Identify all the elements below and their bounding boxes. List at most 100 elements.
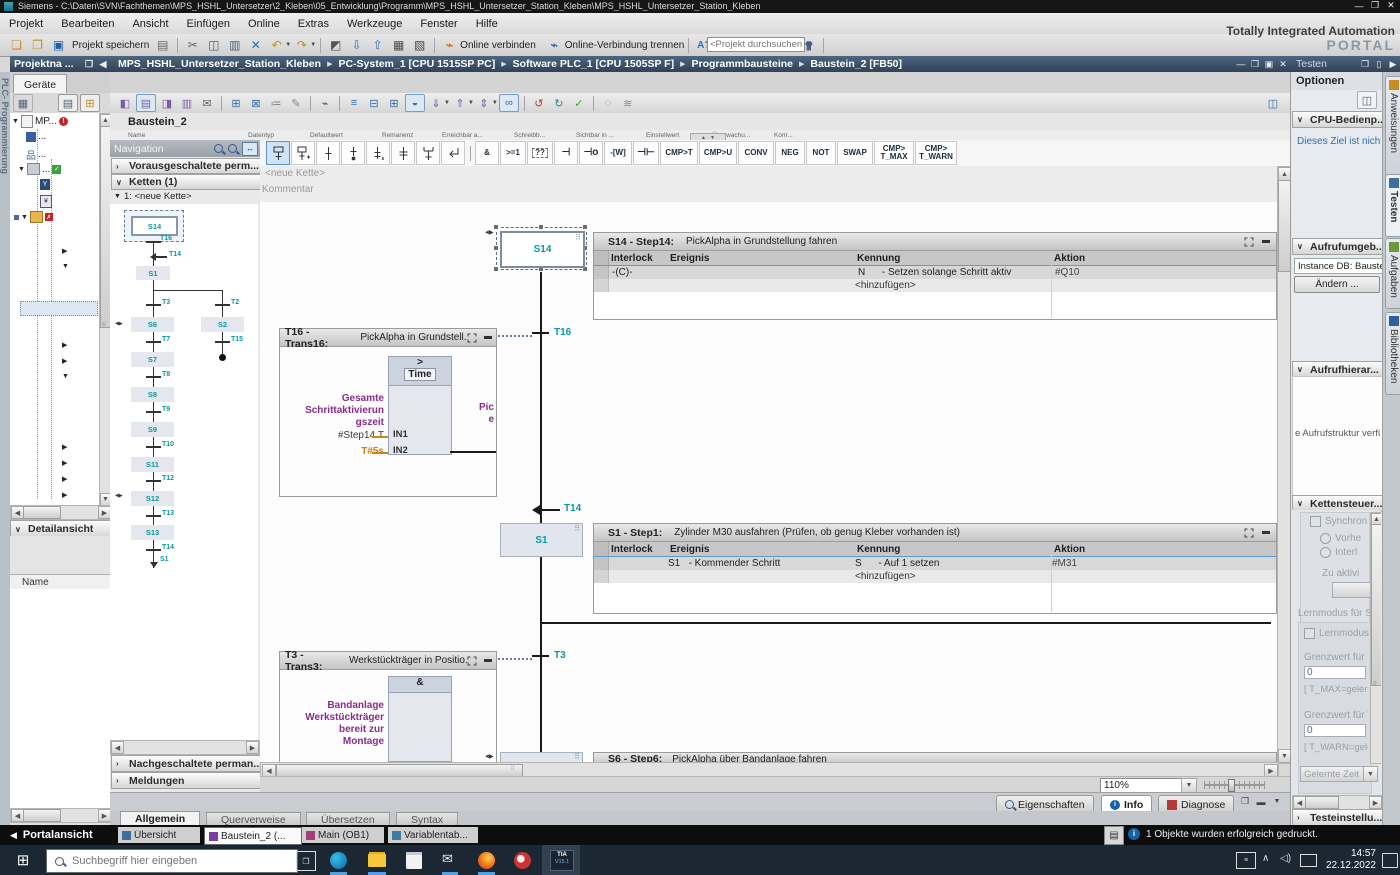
and-box-button[interactable]: & [475,141,499,165]
aendern-button[interactable]: Ändern ... [1294,276,1380,293]
swap-button[interactable]: SWAP [837,141,873,165]
subtab-querverweise[interactable]: Querverweise [206,812,301,826]
editor-maximize-icon[interactable]: ▣ [1262,59,1276,70]
menu-fenster[interactable]: Fenster [411,13,466,34]
subtab-syntax[interactable]: Syntax [396,812,458,826]
minimap-step-s1[interactable]: S1 [136,266,170,280]
section-ketten[interactable]: ∨ Ketten (1) [111,174,267,190]
lernmodus-checkbox[interactable]: Lernmodus [1304,628,1371,639]
absolute-operands-icon[interactable]: ⇓ [427,95,445,111]
panel-collapse-icon[interactable]: ◀ [96,59,110,70]
window-button-variablentabelle[interactable]: Variablentab... [388,827,478,843]
collapse-table-icon[interactable] [1262,531,1270,534]
chain-comment-placeholder[interactable]: Kommentar [262,184,314,195]
notification-center-icon[interactable] [1382,853,1398,868]
compile-icon[interactable]: ◩ [326,36,345,54]
symbolic-operands-icon[interactable]: ⇑ [451,95,469,111]
cmp-gt-u-button[interactable]: CMP>U [699,141,737,165]
cut-icon[interactable]: ✂ [183,36,202,54]
expand-arrow-icon[interactable]: ▼ [18,166,25,173]
step-box-s1[interactable]: S1 ⠿ [500,523,583,557]
print-status-icon[interactable]: ▤ [1104,826,1124,845]
step14-add-row[interactable]: <hinzufügen> [594,279,1276,292]
step1-action-row[interactable]: S1 - Kommender Schritt S - Auf 1 setzen … [594,557,1276,570]
sequence-minimap[interactable]: S14 T16 T14 S1 T3 ◄▶ S6 T7 S7 T8 S8 T9 S… [110,204,258,740]
taskbar-search-input[interactable] [70,854,264,868]
minimap-label-t15[interactable]: T15 [231,336,243,343]
trans16-block[interactable]: T16 - Trans16: PickAlpha in Grundstell..… [279,328,497,497]
network-view-icon[interactable]: ▤ [136,94,156,112]
redo-dropdown-icon[interactable]: ▼ [310,42,316,48]
expand-arrow-icon[interactable]: ▼ [12,118,19,125]
outline-list-icon[interactable]: ≡ [345,95,363,111]
testen-expand-icon[interactable]: ▶ [1386,59,1400,70]
step14-action-table[interactable]: S14 - Step14: PickAlpha in Grundstellung… [593,232,1277,320]
menu-projekt[interactable]: Projekt [0,13,52,34]
insert-step-transition-button[interactable] [266,141,290,165]
red-app-icon[interactable] [514,852,531,869]
detail-name-column[interactable]: Name [10,577,49,588]
step14-action-row[interactable]: -(C)- N - Setzen solange Schritt aktiv #… [594,266,1276,279]
zoom-level-combobox[interactable]: 110% [1100,778,1185,793]
portal-back-icon[interactable]: ◀ [0,830,17,841]
operand-info-icon[interactable]: ⇕ [475,95,493,111]
tree-collapsed-branch-icon[interactable]: ▶ [62,357,67,365]
editor-close-icon[interactable]: ✕ [1276,59,1290,70]
go-offline-icon[interactable]: ⌁ [545,36,564,54]
upload-from-device-icon[interactable]: ⇧ [368,36,387,54]
word-assign-button[interactable]: -[W] [604,141,632,165]
compare-contact-button[interactable]: ⊣⊢ [633,141,659,165]
mail-segment-icon[interactable]: ✉ [198,95,216,111]
minimap-transition-tick[interactable] [146,241,161,243]
go-online-button[interactable]: Online verbinden [460,40,536,51]
minimap-step-s7[interactable]: S7 [131,352,174,367]
tab-bibliotheken[interactable]: Bibliotheken [1385,312,1400,395]
breadcrumb-pc-system[interactable]: PC-System_1 [CPU 1515SP PC] [338,58,495,70]
expand-table-icon[interactable] [1244,528,1254,538]
menu-werkzeuge[interactable]: Werkzeuge [338,13,411,34]
tree-expanded-branch-icon[interactable]: ▼ [62,263,69,270]
minimap-label-t12[interactable]: T12 [162,475,174,482]
delete-icon[interactable]: ✕ [246,36,265,54]
microsoft-store-icon[interactable] [406,852,422,869]
editor-restore-icon[interactable]: ❐ [1248,59,1262,70]
minimap-label-t8[interactable]: T8 [162,371,170,378]
section-cpu-bedienpanel[interactable]: ∨CPU-Bedienp... [1292,111,1391,128]
minimap-label-t14[interactable]: T14 [169,251,181,258]
zoom-dropdown-icon[interactable]: ▼ [1181,778,1197,793]
expand-block-icon[interactable] [467,656,477,666]
tree-row-program-blocks[interactable]: ▼ ✗ [14,211,53,223]
cmp-gt-t-button[interactable]: CMP>T [660,141,698,165]
section-aufrufumgebung[interactable]: ∨Aufrufumgeb... [1292,238,1391,255]
col-aktion[interactable]: Aktion [1054,544,1276,555]
volume-icon[interactable]: ◁) [1280,853,1291,864]
minimap-label-t14b[interactable]: T14 [162,544,174,551]
minimap-step-s6[interactable]: S6 [131,317,174,332]
zoom-slider-thumb[interactable] [1228,779,1235,792]
tray-expand-icon[interactable]: ∧ [1262,853,1269,864]
testen-pin-icon[interactable]: ❐ [1358,59,1372,70]
print-icon[interactable]: ▤ [153,36,172,54]
breadcrumb-program-blocks[interactable]: Programmbausteine [691,58,793,70]
step1-add-row[interactable]: <hinzufügen> [594,570,1276,583]
graph-overview-icon[interactable]: ▥ [178,95,196,111]
t16-line-label[interactable]: T16 [554,327,571,338]
go-offline-button[interactable]: Online-Verbindung trennen [565,40,685,51]
subtab-allgemein[interactable]: Allgemein [120,811,200,826]
zoom-in-icon[interactable] [214,144,223,153]
graph-canvas[interactable]: <neue Kette> Kommentar ◄▶ S14 ⠿ S14 - St… [260,166,1277,762]
contact-button[interactable]: ⊣ [554,141,578,165]
minimap-step-s9[interactable]: S9 [131,422,174,437]
minimap-step-s13[interactable]: S13 [131,525,174,540]
reconnect-icon[interactable]: ⌁ [316,95,334,111]
zoom-out-icon[interactable] [228,144,237,153]
tia-taskbar-button[interactable]: TIA V15.1 [542,845,580,875]
insert-segment-icon[interactable]: ◧ [116,95,134,111]
expand-block-icon[interactable] [467,333,477,343]
redo-icon[interactable]: ↷ [292,36,311,54]
undo-icon[interactable]: ↶ [267,36,286,54]
detail-horizontal-scrollbar[interactable]: ◀ ▶ [10,808,112,823]
stop-cpu-icon[interactable]: ▧ [410,36,429,54]
minimap-label-t7[interactable]: T7 [162,336,170,343]
monitoring-glasses-icon[interactable]: ∞ [499,94,519,112]
